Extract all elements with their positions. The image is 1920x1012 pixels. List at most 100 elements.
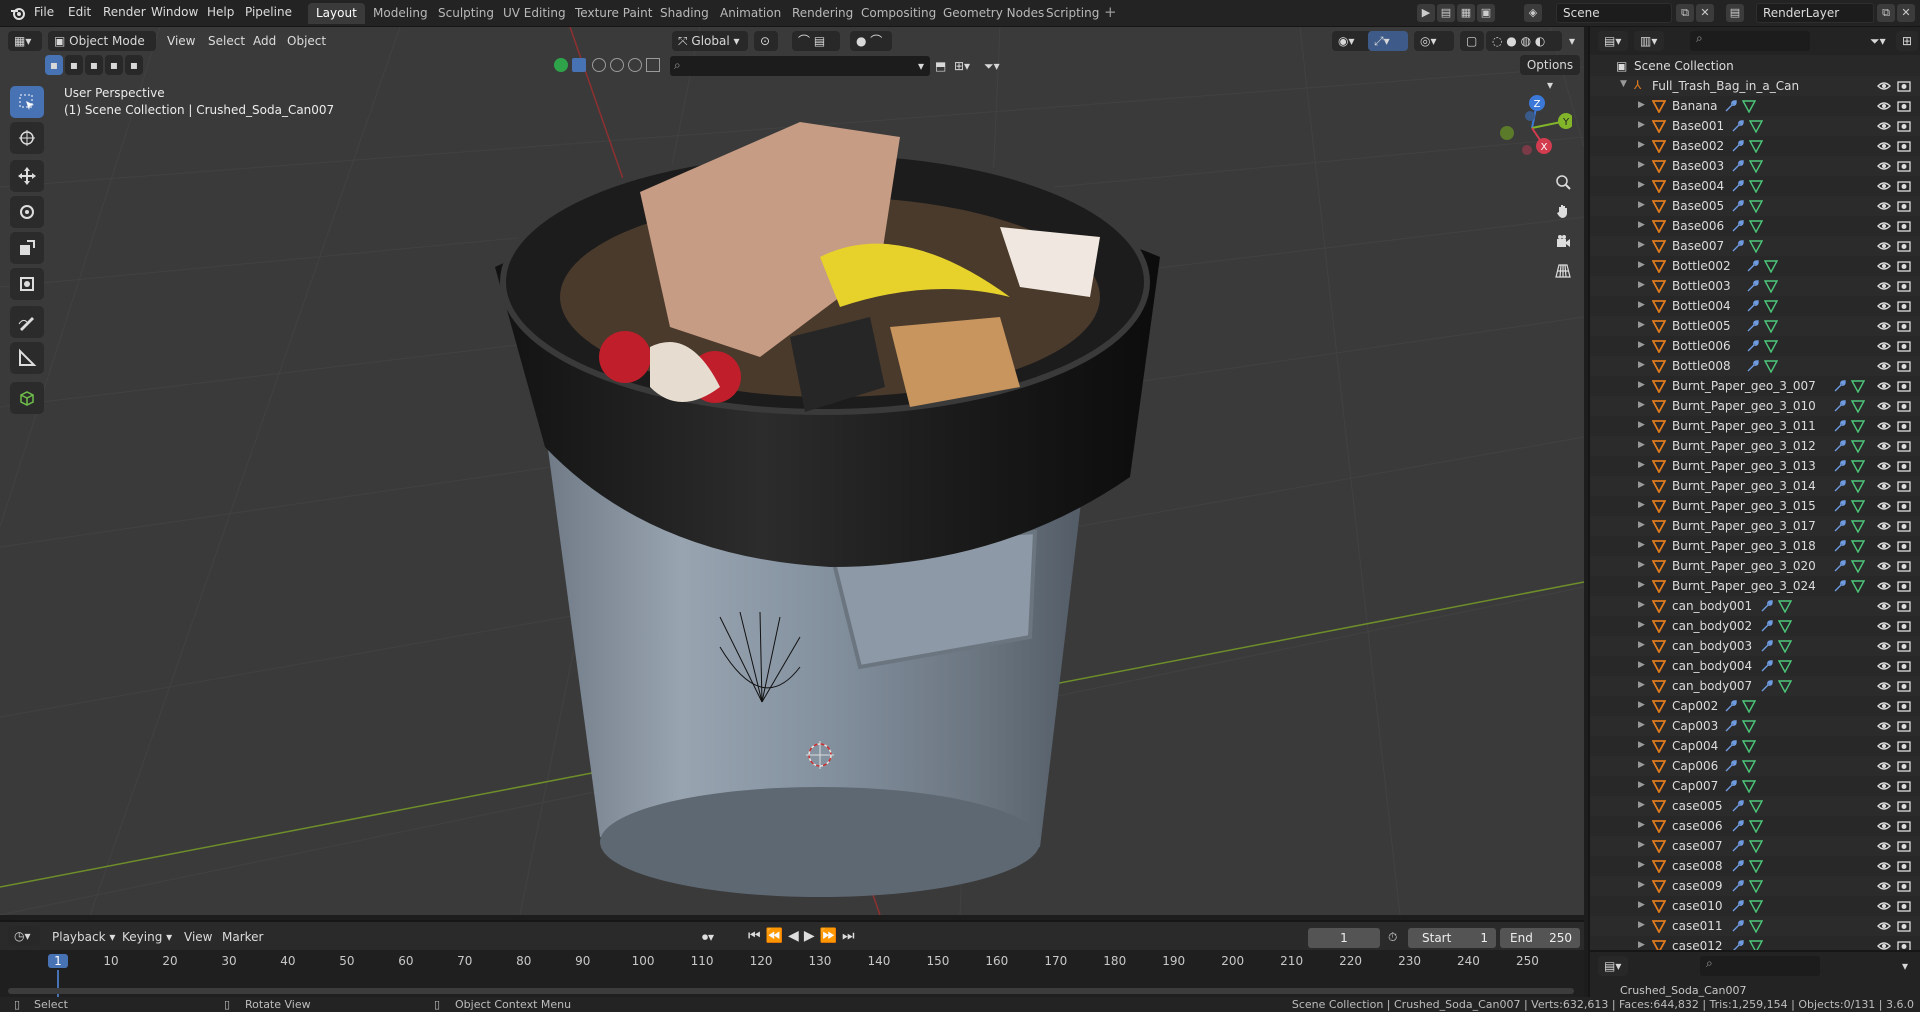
properties-search-input[interactable]: ⌕ — [1700, 956, 1820, 976]
mesh-data-icon[interactable] — [1748, 879, 1764, 894]
tool-select-box[interactable] — [10, 86, 44, 118]
viewport-scene[interactable] — [0, 27, 1584, 915]
modifier-wrench-icon[interactable] — [1833, 539, 1847, 553]
expand-arrow-icon[interactable]: ▶ — [1638, 580, 1648, 590]
tool-move[interactable] — [10, 160, 44, 192]
tab-geometry-nodes[interactable]: Geometry Nodes — [935, 3, 1052, 24]
camera-icon[interactable] — [1897, 699, 1911, 713]
camera-icon[interactable] — [1897, 799, 1911, 813]
eye-icon[interactable] — [1877, 719, 1891, 733]
camera-icon[interactable] — [1897, 279, 1911, 293]
add-workspace-icon[interactable]: + — [1104, 3, 1117, 21]
tool-rotate[interactable] — [10, 196, 44, 228]
menu-edit[interactable]: Edit — [68, 5, 91, 19]
menu-window[interactable]: Window — [151, 5, 198, 19]
modifier-wrench-icon[interactable] — [1731, 239, 1745, 253]
eye-icon[interactable] — [1877, 359, 1891, 373]
bookmark-icon[interactable]: ⬒ — [935, 56, 951, 76]
collapse-arrow-icon[interactable]: ▼ — [1620, 79, 1627, 89]
camera-icon[interactable] — [1897, 199, 1911, 213]
mesh-data-icon[interactable] — [1851, 439, 1866, 454]
eye-icon[interactable] — [1877, 159, 1891, 173]
mesh-data-icon[interactable] — [1741, 739, 1756, 754]
camera-icon[interactable] — [1897, 939, 1911, 950]
outliner-item[interactable]: ▶ Base006 — [1590, 216, 1920, 236]
expand-arrow-icon[interactable]: ▶ — [1638, 100, 1648, 110]
eye-icon[interactable] — [1877, 259, 1891, 273]
eye-icon[interactable] — [1877, 899, 1891, 913]
options-dropdown[interactable]: Options ▾ — [1520, 55, 1580, 92]
camera-icon[interactable] — [1897, 879, 1911, 893]
snap-icon[interactable]: ⌒ ▤ — [792, 31, 840, 51]
modifier-wrench-icon[interactable] — [1833, 559, 1847, 573]
expand-arrow-icon[interactable]: ▶ — [1638, 520, 1648, 530]
expand-arrow-icon[interactable]: ▶ — [1638, 120, 1648, 130]
delete-layer-icon[interactable]: ✕ — [1897, 4, 1915, 22]
visibility-toggle-icon[interactable]: ◉▾ — [1332, 31, 1372, 51]
stopwatch-icon[interactable]: ⏱ — [1388, 930, 1397, 945]
scene-collection-row[interactable]: ▣ Scene Collection — [1590, 56, 1920, 76]
expand-arrow-icon[interactable]: ▶ — [1638, 440, 1648, 450]
delete-scene-icon[interactable]: ✕ — [1696, 4, 1714, 22]
mesh-data-icon[interactable] — [1851, 539, 1866, 554]
modifier-wrench-icon[interactable] — [1760, 659, 1774, 673]
outliner-item[interactable]: ▶ case012 — [1590, 936, 1920, 950]
menu-view[interactable]: View — [167, 34, 195, 48]
transform-orientation-dropdown[interactable]: ⤧ Global ▾ — [672, 31, 748, 51]
eye-icon[interactable] — [1877, 299, 1891, 313]
mesh-data-icon[interactable] — [1763, 279, 1778, 294]
mesh-data-icon[interactable] — [1778, 599, 1793, 614]
expand-arrow-icon[interactable]: ▶ — [1638, 360, 1648, 370]
new-collection-icon[interactable]: ⊞ — [1896, 31, 1918, 51]
mesh-data-icon[interactable] — [1763, 259, 1778, 274]
outliner-item[interactable]: ▶ Base005 — [1590, 196, 1920, 216]
mesh-data-icon[interactable] — [1851, 379, 1866, 394]
camera-icon[interactable] — [1897, 79, 1911, 93]
eye-icon[interactable] — [1877, 199, 1891, 213]
overlays-toggle-icon[interactable]: ◎▾ — [1414, 31, 1454, 51]
mesh-data-icon[interactable] — [1748, 239, 1764, 254]
properties-editor-icon[interactable]: ▤▾ — [1598, 956, 1628, 976]
eye-icon[interactable] — [1877, 639, 1891, 653]
editor-type-icon[interactable]: ▦▾ — [8, 31, 42, 51]
camera-icon[interactable] — [1897, 659, 1911, 673]
outliner-item[interactable]: ▶ Burnt_Paper_geo_3_011 — [1590, 416, 1920, 436]
expand-arrow-icon[interactable]: ▶ — [1638, 480, 1648, 490]
camera-icon[interactable] — [1897, 359, 1911, 373]
camera-icon[interactable] — [1897, 319, 1911, 333]
outliner-item[interactable]: ▶ case008 — [1590, 856, 1920, 876]
eye-icon[interactable] — [1877, 819, 1891, 833]
outliner-item[interactable]: ▶ Base003 — [1590, 156, 1920, 176]
camera-icon[interactable] — [1897, 899, 1911, 913]
camera-icon[interactable] — [1897, 779, 1911, 793]
select-extend-icon[interactable]: ▪ — [65, 55, 83, 75]
camera-icon[interactable] — [1897, 719, 1911, 733]
expand-arrow-icon[interactable]: ▶ — [1638, 460, 1648, 470]
modifier-wrench-icon[interactable] — [1731, 799, 1745, 813]
eye-icon[interactable] — [1877, 759, 1891, 773]
mesh-data-icon[interactable] — [1778, 659, 1793, 674]
eye-icon[interactable] — [1877, 439, 1891, 453]
scene-name-field[interactable]: Scene — [1556, 3, 1672, 23]
render-animation-icon[interactable]: ▦ — [1457, 4, 1475, 22]
modifier-wrench-icon[interactable] — [1731, 899, 1745, 913]
menu-pipeline[interactable]: Pipeline — [245, 5, 292, 19]
expand-arrow-icon[interactable]: ▶ — [1638, 740, 1648, 750]
mesh-data-icon[interactable] — [1748, 919, 1764, 934]
camera-icon[interactable] — [1897, 179, 1911, 193]
expand-arrow-icon[interactable]: ▶ — [1638, 160, 1648, 170]
camera-icon[interactable] — [1897, 619, 1911, 633]
mesh-data-icon[interactable] — [1778, 619, 1793, 634]
expand-arrow-icon[interactable]: ▶ — [1638, 680, 1648, 690]
select-invert-icon[interactable]: ▪ — [105, 55, 123, 75]
mesh-data-icon[interactable] — [1851, 479, 1866, 494]
outliner-item[interactable]: ▶ Bottle004 — [1590, 296, 1920, 316]
expand-arrow-icon[interactable]: ▶ — [1638, 200, 1648, 210]
outliner-filter-icon[interactable]: ⏷▾ — [1864, 31, 1894, 51]
outliner-item[interactable]: ▶ case005 — [1590, 796, 1920, 816]
eye-icon[interactable] — [1877, 119, 1891, 133]
camera-icon[interactable] — [1897, 159, 1911, 173]
camera-icon[interactable] — [1897, 919, 1911, 933]
menu-select[interactable]: Select — [208, 34, 245, 48]
camera-icon[interactable] — [1897, 379, 1911, 393]
